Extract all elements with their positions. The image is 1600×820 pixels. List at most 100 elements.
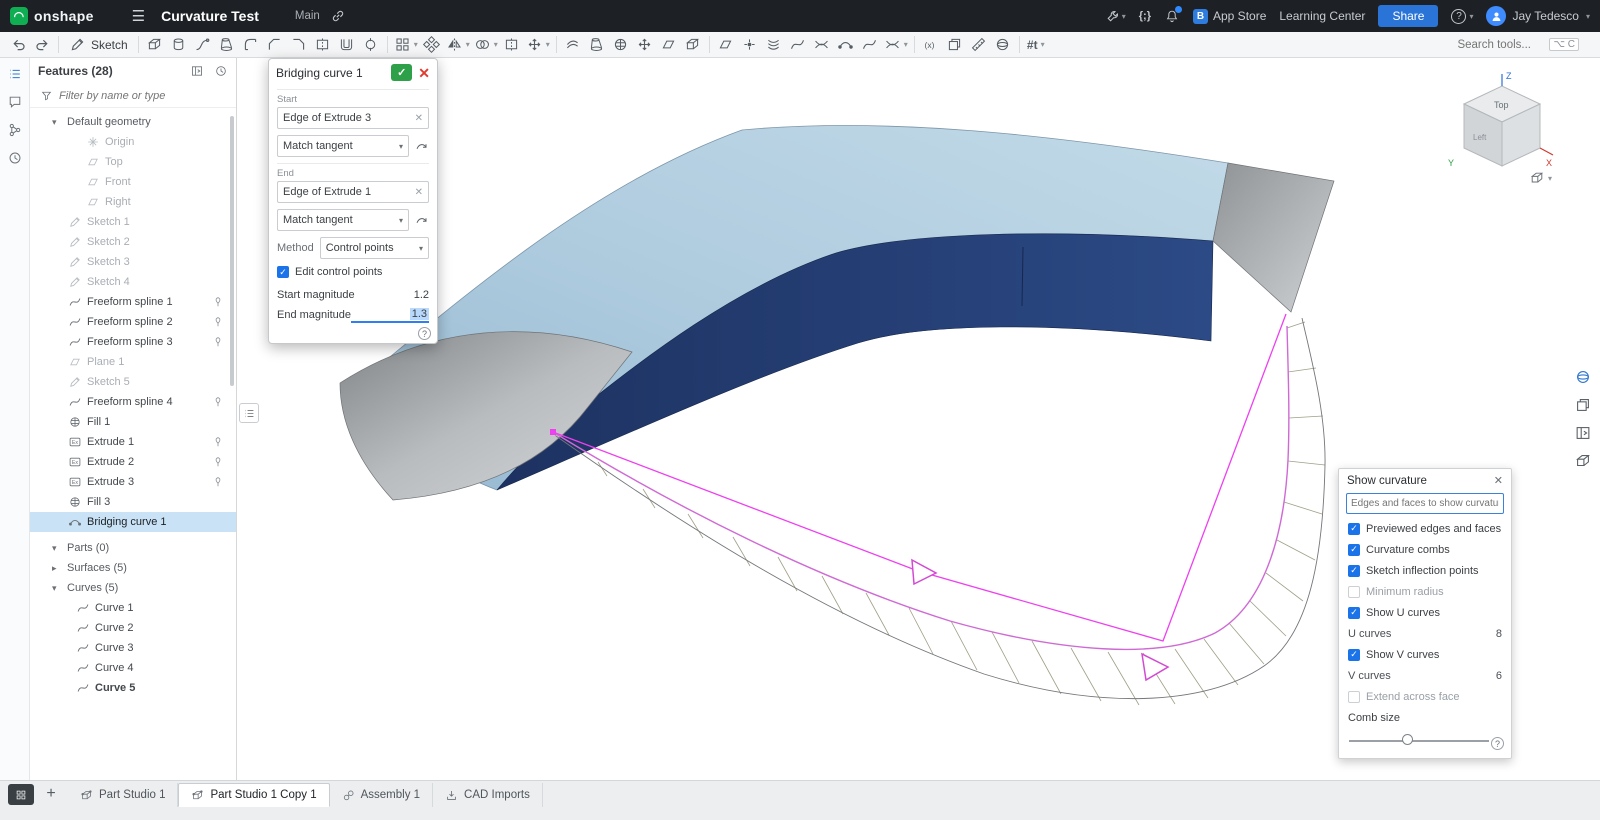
configurations-button[interactable]: [1572, 450, 1594, 472]
feature-item-plane-1[interactable]: Plane 1: [30, 352, 236, 372]
control-point-handle-2[interactable]: [1142, 654, 1168, 680]
fill-surface-button[interactable]: [609, 34, 633, 56]
checkbox-checked-icon[interactable]: ✓: [1348, 523, 1360, 535]
search-tools-input[interactable]: [1457, 39, 1543, 51]
split-button[interactable]: [500, 34, 524, 56]
feature-item-sketch-3[interactable]: Sketch 3: [30, 252, 236, 272]
checkbox-checked-icon[interactable]: ✓: [277, 266, 289, 278]
accept-button[interactable]: ✓: [391, 64, 412, 81]
featurescript-braces-icon[interactable]: {;}: [1139, 10, 1151, 22]
pin-icon[interactable]: [212, 316, 224, 328]
start-magnitude-value[interactable]: 1.2: [414, 289, 429, 301]
flip-tangent-direction-icon[interactable]: [414, 139, 429, 154]
feature-item-sketch-1[interactable]: Sketch 1: [30, 212, 236, 232]
feature-item-sketch-2[interactable]: Sketch 2: [30, 232, 236, 252]
curve-item-2[interactable]: Curve 2: [30, 618, 236, 638]
circular-pattern-button[interactable]: [420, 34, 444, 56]
curvature-selection-box[interactable]: [1346, 493, 1504, 514]
filter-input[interactable]: [59, 90, 209, 102]
transform-button[interactable]: ▾: [524, 34, 552, 56]
v-curves-row[interactable]: V curves6: [1339, 665, 1511, 686]
edit-control-points-option[interactable]: ✓ Edit control points: [277, 266, 429, 278]
help-button[interactable]: ?▾: [1451, 9, 1473, 24]
pin-icon[interactable]: [212, 436, 224, 448]
curve-item-4[interactable]: Curve 4: [30, 658, 236, 678]
feature-list-toggle[interactable]: [239, 403, 259, 423]
versions-icon[interactable]: [7, 122, 23, 138]
slider-handle[interactable]: [1402, 734, 1413, 745]
branch-name[interactable]: Main: [295, 10, 320, 22]
curve-start-point[interactable]: [550, 429, 556, 435]
u-curves-value[interactable]: 8: [1496, 628, 1502, 640]
section-parts[interactable]: ▾Parts (0): [30, 538, 236, 558]
sketch-button[interactable]: Sketch: [63, 34, 134, 56]
v-curves-value[interactable]: 6: [1496, 670, 1502, 682]
appearance-panel-button[interactable]: [1572, 366, 1594, 388]
sweep-button[interactable]: [191, 34, 215, 56]
feature-item-fill-3[interactable]: Fill 3: [30, 492, 236, 512]
dialog-help-icon[interactable]: ?: [418, 327, 431, 340]
checkbox-checked-icon[interactable]: ✓: [1348, 565, 1360, 577]
feature-item-bridging-curve-1[interactable]: Bridging curve 1: [30, 512, 236, 532]
curvature-selection-input[interactable]: [1351, 498, 1499, 509]
previewed-edges-option[interactable]: ✓Previewed edges and faces: [1339, 518, 1511, 539]
show-u-curves-option[interactable]: ✓Show U curves: [1339, 602, 1511, 623]
boolean-button[interactable]: ▾: [472, 34, 500, 56]
feature-item-right-plane[interactable]: Right: [30, 192, 236, 212]
variable-studio-button[interactable]: [943, 34, 967, 56]
curvature-combs-option[interactable]: ✓Curvature combs: [1339, 539, 1511, 560]
rib-button[interactable]: [311, 34, 335, 56]
helix-button[interactable]: [762, 34, 786, 56]
view-cube[interactable]: Top Left Z X Y: [1446, 66, 1558, 184]
feature-item-front-plane[interactable]: Front: [30, 172, 236, 192]
feature-item-extrude-3[interactable]: Extrude 3: [30, 472, 236, 492]
pin-icon[interactable]: [212, 476, 224, 488]
pin-icon[interactable]: [212, 456, 224, 468]
extend-across-face-option[interactable]: Extend across face: [1339, 686, 1511, 707]
panel-help-icon[interactable]: ?: [1491, 737, 1504, 750]
slider-track[interactable]: [1349, 740, 1489, 742]
section-curves[interactable]: ▾Curves (5): [30, 578, 236, 598]
replace-face-button[interactable]: [657, 34, 681, 56]
tab-cad-imports[interactable]: CAD Imports: [433, 783, 543, 807]
mass-properties-button[interactable]: [991, 34, 1015, 56]
projected-curve-button[interactable]: [810, 34, 834, 56]
surface-gray-cap[interactable]: [1213, 163, 1334, 312]
tab-part-studio-1-copy-1[interactable]: Part Studio 1 Copy 1: [178, 783, 329, 807]
extensions-button[interactable]: ▾: [1105, 8, 1126, 24]
history-icon[interactable]: [7, 150, 23, 166]
scrollbar[interactable]: [230, 116, 234, 386]
control-point-handle-1[interactable]: [912, 560, 936, 584]
linear-pattern-button[interactable]: ▾: [392, 34, 420, 56]
method-dropdown[interactable]: Control points▾: [320, 237, 429, 259]
feature-item-top-plane[interactable]: Top: [30, 152, 236, 172]
featurescript-button[interactable]: #t▾: [1024, 34, 1048, 56]
custom-tables-button[interactable]: [1572, 422, 1594, 444]
fit-spline-button[interactable]: [786, 34, 810, 56]
checkbox-checked-icon[interactable]: ✓: [1348, 544, 1360, 556]
measure-button[interactable]: [967, 34, 991, 56]
app-store-link[interactable]: BApp Store: [1193, 9, 1266, 24]
sketch-inflection-option[interactable]: ✓Sketch inflection points: [1339, 560, 1511, 581]
display-states-button[interactable]: [1572, 394, 1594, 416]
curve-item-5[interactable]: Curve 5: [30, 678, 236, 698]
start-selection-box[interactable]: Edge of Extrude 3 ✕: [277, 107, 429, 129]
shell-button[interactable]: [335, 34, 359, 56]
checkbox-checked-icon[interactable]: ✓: [1348, 649, 1360, 661]
learning-center-link[interactable]: Learning Center: [1279, 9, 1365, 23]
end-magnitude-field[interactable]: 1.3: [351, 308, 429, 323]
feature-item-sketch-4[interactable]: Sketch 4: [30, 272, 236, 292]
section-surfaces[interactable]: ▸Surfaces (5): [30, 558, 236, 578]
tab-part-studio-1[interactable]: Part Studio 1: [68, 783, 178, 807]
collapse-panel-icon[interactable]: [190, 64, 204, 78]
composite-curve-button[interactable]: [858, 34, 882, 56]
move-face-button[interactable]: [633, 34, 657, 56]
plane-button[interactable]: [714, 34, 738, 56]
cancel-button[interactable]: ✕: [418, 66, 430, 80]
clear-selection-icon[interactable]: ✕: [415, 113, 423, 124]
loft-button[interactable]: [215, 34, 239, 56]
feature-item-fill-1[interactable]: Fill 1: [30, 412, 236, 432]
feature-item-freeform-spline-2[interactable]: Freeform spline 2: [30, 312, 236, 332]
search-tools[interactable]: ⌥ C: [1450, 35, 1586, 54]
point-button[interactable]: [738, 34, 762, 56]
